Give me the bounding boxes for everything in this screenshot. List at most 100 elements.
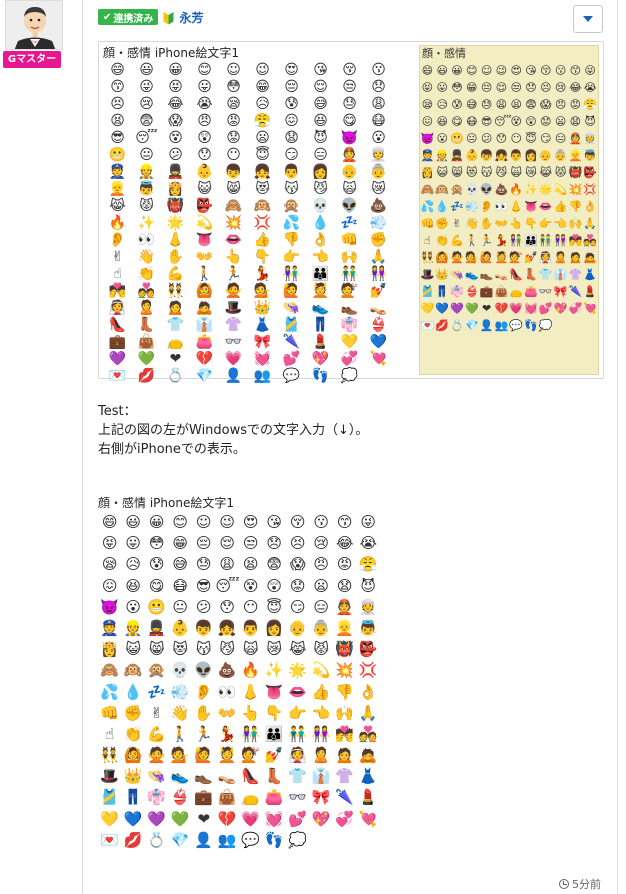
emoji-glyph: 👮 — [420, 149, 435, 162]
emoji-glyph: 😝 — [168, 79, 183, 95]
emoji-glyph: 💨 — [170, 682, 190, 701]
emoji-glyph: 😆 — [436, 115, 448, 128]
emoji-glyph: 💦 — [282, 215, 301, 231]
emoji-glyph: 😙 — [569, 64, 582, 77]
emoji-glyph: 👲 — [568, 132, 583, 145]
emoji-glyph: 🌂 — [568, 285, 583, 298]
emoji-glyph: 💖 — [553, 302, 568, 315]
attached-image[interactable]: 顔・感情 iPhone絵文字1 😄 😃 😀 😊 ☺ 😉 😍 😘 😚 😗 😙 😜 😝 😛 😳 😁 😔 😌 😒 😞 😣 😢 😂 😭… — [98, 41, 604, 384]
emoji-glyph: 😚 — [540, 64, 552, 77]
emoji-glyph: 💅 — [264, 746, 284, 765]
emoji-glyph: 😕 — [195, 597, 212, 616]
emoji-glyph: 😨 — [525, 98, 537, 111]
emoji-glyph: 👱 — [335, 618, 355, 637]
post-card: ✔ 連携済み 永芳 顔・感情 iPhone絵文字1 😄 😃 😀 😊 ☺ 😉 😍 😘 😚 😗 😙 😜 😝 😛… — [82, 0, 618, 894]
emoji-glyph: 😾 — [554, 166, 567, 179]
emoji-glyph: 👔 — [553, 268, 568, 281]
emoji-glyph: 👫 — [241, 724, 261, 743]
emoji-glyph: 🙆 — [435, 251, 450, 264]
emoji-glyph: 😸 — [226, 181, 241, 197]
emoji-glyph: 😢 — [139, 96, 154, 112]
emoji-glyph: 👚 — [224, 317, 243, 333]
post-line: 上記の図の左がWindowsでの文字入力（↓）。 — [98, 423, 369, 438]
emoji-glyph: 😬 — [108, 147, 127, 163]
emoji-glyph: 😞 — [371, 79, 386, 95]
emoji-glyph: 💆 — [494, 251, 509, 264]
emoji-glyph: 👞 — [340, 300, 359, 316]
emoji-glyph: 💭 — [538, 319, 553, 332]
emoji-glyph: 💌 — [420, 319, 435, 332]
emoji-glyph: ✋ — [166, 249, 185, 265]
emoji-glyph: 😚 — [289, 513, 306, 531]
emoji-glyph: 💗 — [241, 809, 261, 828]
emoji-glyph: 💆 — [311, 283, 330, 299]
emoji-glyph: 👢 — [137, 317, 156, 333]
emoji-glyph: 💛 — [340, 334, 359, 350]
emoji-glyph: 😐 — [466, 132, 478, 145]
emoji-glyph: 💜 — [108, 351, 127, 367]
emoji-glyph: 😮 — [125, 597, 142, 616]
emoji-glyph: 👨 — [282, 164, 301, 180]
emoji-glyph: 🙀 — [342, 181, 357, 197]
emoji-glyph: 😮 — [371, 130, 386, 146]
emoji-glyph: 🌂 — [335, 788, 355, 807]
emoji-glyph: 🙇 — [358, 746, 378, 765]
emoji-glyph: 👰 — [538, 251, 553, 264]
emoji-glyph: 👿 — [420, 132, 435, 145]
emoji-glyph: 👵 — [553, 149, 568, 162]
emoji-glyph: 💄 — [583, 285, 598, 298]
emoji-glyph: 👂 — [108, 232, 127, 248]
avatar[interactable] — [5, 0, 63, 50]
emoji-glyph: 🙅 — [450, 251, 464, 264]
emoji-glyph: 💬 — [241, 830, 261, 849]
emoji-glyph: 😚 — [342, 62, 357, 78]
emoji-glyph: 👂 — [479, 200, 494, 213]
emoji-glyph: 🎽 — [282, 317, 301, 333]
emoji-glyph: 😔 — [195, 534, 212, 553]
emoji-glyph: 👺 — [358, 640, 378, 659]
emoji-glyph: 💂 — [450, 149, 464, 162]
emoji-glyph: 👪 — [311, 266, 330, 282]
emoji-glyph: ✨ — [524, 183, 538, 196]
emoji-glyph: 😖 — [421, 115, 434, 128]
emoji-glyph: 😥 — [125, 555, 142, 574]
emoji-glyph: 👎 — [568, 200, 583, 213]
emoji-glyph: 😗 — [371, 62, 386, 78]
emoji-glyph: 💧 — [311, 215, 330, 231]
emoji-glyph: 💃 — [494, 234, 509, 247]
emoji-glyph: 👭 — [553, 234, 568, 247]
emoji-glyph: 😈 — [360, 576, 377, 595]
emoji-glyph: 💍 — [450, 319, 464, 332]
emoji-glyph: 👐 — [494, 217, 509, 230]
emoji-glyph: 🙎 — [553, 251, 568, 264]
emoji-glyph: 💥 — [224, 215, 243, 231]
emoji-glyph: 😠 — [554, 98, 567, 111]
post-menu-button[interactable] — [573, 5, 603, 33]
emoji-glyph: 😊 — [197, 62, 212, 78]
emoji-glyph: 😉 — [495, 64, 508, 77]
emoji-glyph: 🏃 — [224, 266, 243, 282]
emoji-glyph: 💂 — [166, 164, 185, 180]
emoji-glyph: 👲 — [335, 597, 355, 616]
emoji-block-title: 顔・感情 iPhone絵文字1 — [98, 496, 234, 510]
emoji-glyph: 😎 — [480, 115, 493, 128]
emoji-glyph: 😃 — [125, 513, 142, 531]
emoji-glyph: 💀 — [170, 661, 190, 680]
emoji-glyph: 🚶 — [195, 266, 214, 282]
emoji-glyph: 🎀 — [253, 334, 272, 350]
emoji-glyph: 🔥 — [509, 183, 524, 196]
emoji-glyph: 👕 — [538, 268, 553, 281]
emoji-glyph: 😖 — [101, 576, 118, 595]
emoji-glyph: 👥 — [494, 319, 509, 332]
emoji-glyph: 💧 — [123, 682, 143, 701]
emoji-glyph: 👉 — [282, 249, 301, 265]
emoji-glyph: 😘 — [266, 513, 283, 531]
author-name-link[interactable]: 永芳 — [179, 9, 203, 26]
emoji-glyph: 😢 — [313, 534, 330, 553]
emoji-glyph: 👇 — [253, 249, 272, 265]
emoji-glyph: 😧 — [284, 130, 299, 146]
emoji-glyph: 😛 — [125, 534, 142, 553]
emoji-glyph: 💦 — [420, 200, 435, 213]
check-icon: ✔ — [103, 11, 112, 23]
emoji-glyph: ☝ — [105, 724, 115, 743]
